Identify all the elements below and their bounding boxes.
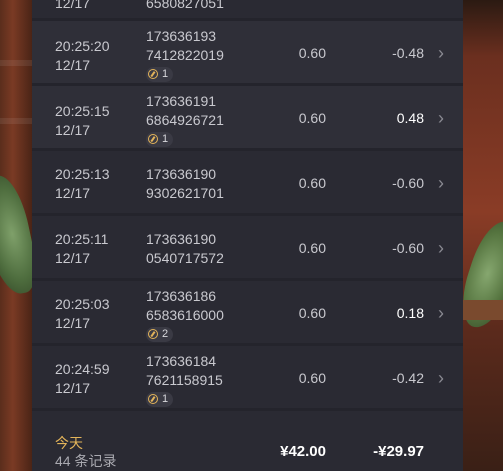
bet-count-badge: 1 [146,66,174,82]
profit-value: -0.60 [392,175,424,191]
bet-amount: 0.60 [298,45,326,61]
table-row[interactable]: 12/17 6580827051 [32,0,463,21]
order-number-line2: 7621158915 [146,372,223,388]
row-time: 20:25:11 [55,231,109,247]
chevron-right-icon[interactable]: › [435,108,447,128]
order-number-line2: 0540717572 [146,250,224,266]
row-date: 12/17 [55,57,91,73]
total-profit: -¥29.97 [373,443,424,460]
table-row[interactable]: 20:25:15 12/17 173636191 6864926721 1 0.… [32,86,463,151]
bet-count-badge: 2 [146,326,174,342]
order-number-line1: 173636190 [146,231,217,247]
row-time: 20:25:03 [55,296,110,312]
row-time: 20:25:20 [55,38,110,54]
bet-count-badge: 1 [146,131,174,147]
row-date: 12/17 [55,185,91,201]
ball-icon [148,329,158,339]
profit-value: -0.48 [392,45,424,61]
bet-amount: 0.60 [298,175,326,191]
ball-icon [148,394,158,404]
table-row[interactable]: 20:25:11 12/17 173636190 0540717572 0.60… [32,216,463,281]
chevron-right-icon[interactable]: › [435,368,447,388]
profit-value: 0.48 [396,110,424,126]
summary-footer: 今天 44 条记录 ¥42.00 -¥29.97 [32,413,463,471]
table-row[interactable]: 20:25:03 12/17 173636186 6583616000 2 0.… [32,281,463,346]
period-label: 今天 [55,435,83,451]
row-date: 12/17 [55,250,91,266]
row-date: 12/17 [55,380,91,396]
background-right-decor [453,0,503,471]
order-number-line1: 173636184 [146,353,217,369]
order-number-line1: 173636186 [146,288,217,304]
bet-count-badge: 1 [146,391,174,407]
order-number-line1: 173636190 [146,166,217,182]
bet-records-panel: 12/17 6580827051 20:25:20 12/17 17363619… [32,0,463,471]
chevron-right-icon[interactable]: › [435,303,447,323]
bet-amount: 0.60 [298,305,326,321]
background-left-decor [0,0,42,471]
order-number-line2: 6864926721 [146,112,224,128]
row-time: 20:25:15 [55,103,110,119]
bet-amount: 0.60 [298,240,326,256]
order-number-line2: 6583616000 [146,307,224,323]
order-number-line1: 173636193 [146,28,217,44]
row-time: 20:24:59 [55,361,110,377]
chevron-right-icon[interactable]: › [435,238,447,258]
profit-value: -0.42 [392,370,424,386]
profit-value: 0.18 [396,305,424,321]
ball-icon [148,69,158,79]
bet-amount: 0.60 [298,110,326,126]
row-date: 12/17 [55,122,91,138]
record-count: 44 条记录 [55,453,117,469]
chevron-right-icon[interactable]: › [435,43,447,63]
total-amount: ¥42.00 [280,443,326,460]
row-time: 20:25:13 [55,166,110,182]
order-number-line1: 173636191 [146,93,217,109]
ball-icon [148,134,158,144]
chevron-right-icon[interactable]: › [435,173,447,193]
table-row[interactable]: 20:25:13 12/17 173636190 9302621701 0.60… [32,151,463,216]
row-date: 12/17 [55,315,91,331]
table-row[interactable]: 20:25:20 12/17 173636193 7412822019 1 0.… [32,21,463,86]
row-date: 12/17 [55,0,91,11]
table-row[interactable]: 20:24:59 12/17 173636184 7621158915 1 0.… [32,346,463,411]
profit-value: -0.60 [392,240,424,256]
order-number-line2: 6580827051 [146,0,224,11]
order-number-line2: 7412822019 [146,47,224,63]
order-number-line2: 9302621701 [146,185,224,201]
bet-amount: 0.60 [298,370,326,386]
